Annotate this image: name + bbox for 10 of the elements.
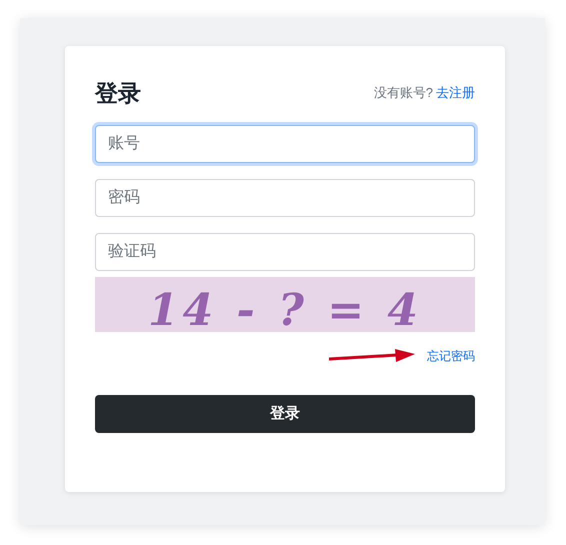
captcha-image: 14 - ? = 4 xyxy=(95,277,475,332)
register-link[interactable]: 去注册 xyxy=(436,83,475,103)
input-field[interactable]: 账号 xyxy=(95,125,475,163)
register-prompt: 没有账号? xyxy=(374,84,433,102)
input-field[interactable]: 密码 xyxy=(95,179,475,217)
forgot-password-link[interactable]: 忘记密码 xyxy=(427,347,475,365)
arrow-icon xyxy=(329,348,415,364)
input-field[interactable]: 验证码 xyxy=(95,233,475,271)
login-title: 登录 xyxy=(95,78,141,108)
login-button[interactable]: 登录 xyxy=(95,395,475,433)
